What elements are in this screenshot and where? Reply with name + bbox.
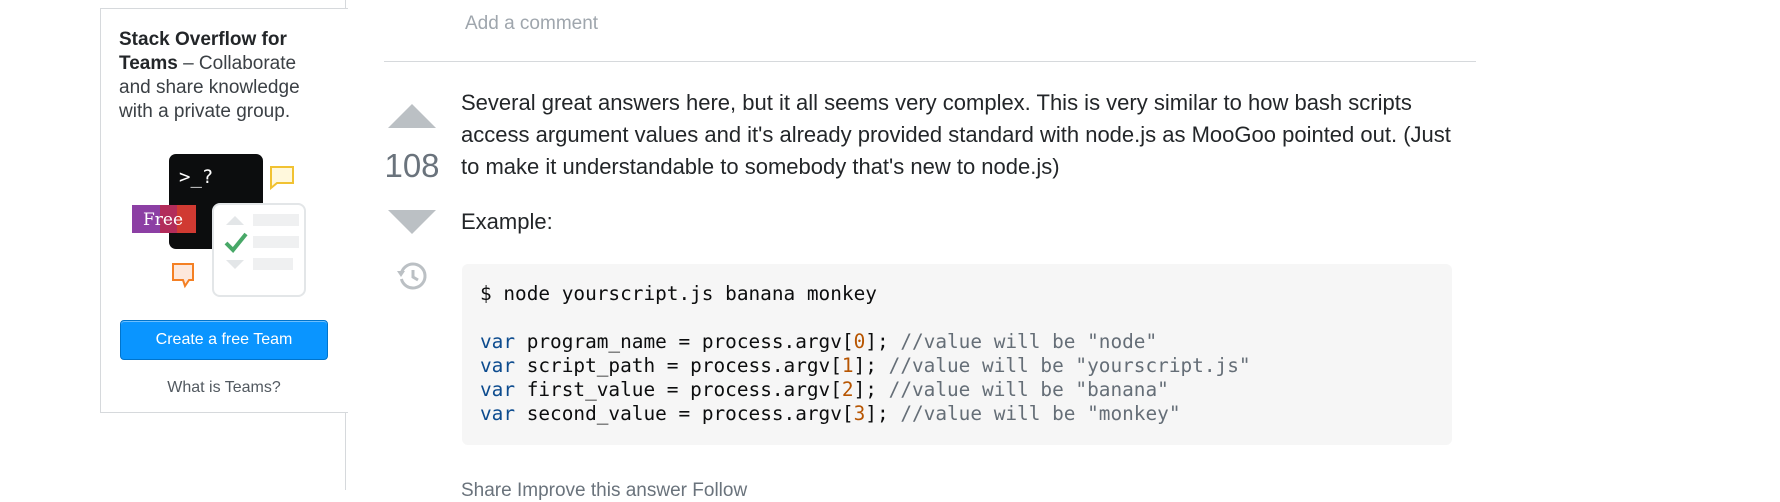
code-comment: //value will be "yourscript.js" — [888, 354, 1251, 377]
code-text: program_name = process.argv[ — [515, 330, 854, 353]
code-comment: //value will be "banana" — [888, 378, 1169, 401]
teams-promo-card: Stack Overflow for Teams – Collaborate a… — [100, 8, 348, 413]
code-number: 2 — [841, 378, 854, 401]
triangle-up-icon — [388, 104, 436, 128]
chat-bubble-icon — [270, 166, 294, 191]
code-text: second_value = process.argv[ — [515, 402, 854, 425]
history-icon[interactable] — [396, 260, 428, 292]
code-keyword: var — [480, 402, 516, 425]
code-keyword: var — [480, 330, 516, 353]
code-command-line: $ node yourscript.js banana monkey — [480, 282, 877, 305]
teams-promo-text: Stack Overflow for Teams – Collaborate a… — [119, 28, 319, 124]
upvote-button[interactable] — [386, 102, 438, 130]
code-number: 0 — [853, 330, 866, 353]
code-text: ]; — [865, 330, 901, 353]
code-number: 1 — [841, 354, 854, 377]
code-line: var first_value = process.argv[2]; //val… — [480, 378, 1434, 402]
free-badge-label: Free — [143, 210, 183, 230]
code-text: script_path = process.argv[ — [515, 354, 842, 377]
what-is-teams-link[interactable]: What is Teams? — [120, 379, 328, 397]
vote-count: 108 — [384, 147, 440, 184]
example-label: Example: — [461, 209, 553, 234]
code-block: $ node yourscript.js banana monkey var pr… — [462, 264, 1452, 445]
answer-divider — [384, 61, 1476, 62]
triangle-down-icon — [388, 210, 436, 234]
code-number: 3 — [853, 402, 866, 425]
chat-bubble-icon — [172, 263, 194, 289]
code-keyword: var — [480, 354, 516, 377]
answer-paragraph: Several great answers here, but it all s… — [461, 90, 1451, 179]
code-text: ]; — [853, 354, 889, 377]
code-text: first_value = process.argv[ — [515, 378, 842, 401]
code-keyword: var — [480, 378, 516, 401]
code-line: var script_path = process.argv[1]; //val… — [480, 354, 1434, 378]
add-comment-link[interactable]: Add a comment — [465, 13, 598, 35]
code-comment: //value will be "monkey" — [900, 402, 1181, 425]
terminal-prompt: >_? — [179, 166, 213, 188]
list-bar — [253, 214, 299, 226]
answer-footer-links[interactable]: Share Improve this answer Follow — [461, 480, 747, 502]
code-line: var program_name = process.argv[0]; //va… — [480, 330, 1434, 354]
teams-illustration: >_? Free — [132, 154, 306, 297]
code-line: var second_value = process.argv[3]; //va… — [480, 402, 1434, 426]
answer-body: Several great answers here, but it all s… — [461, 87, 1461, 183]
code-comment: //value will be "node" — [900, 330, 1158, 353]
create-free-team-button[interactable]: Create a free Team — [120, 320, 328, 360]
code-text: ]; — [865, 402, 901, 425]
code-text: ]; — [853, 378, 889, 401]
list-bar — [253, 236, 299, 248]
downvote-button[interactable] — [386, 208, 438, 236]
list-bar — [253, 258, 293, 270]
left-sidebar: Stack Overflow for Teams – Collaborate a… — [0, 0, 348, 490]
